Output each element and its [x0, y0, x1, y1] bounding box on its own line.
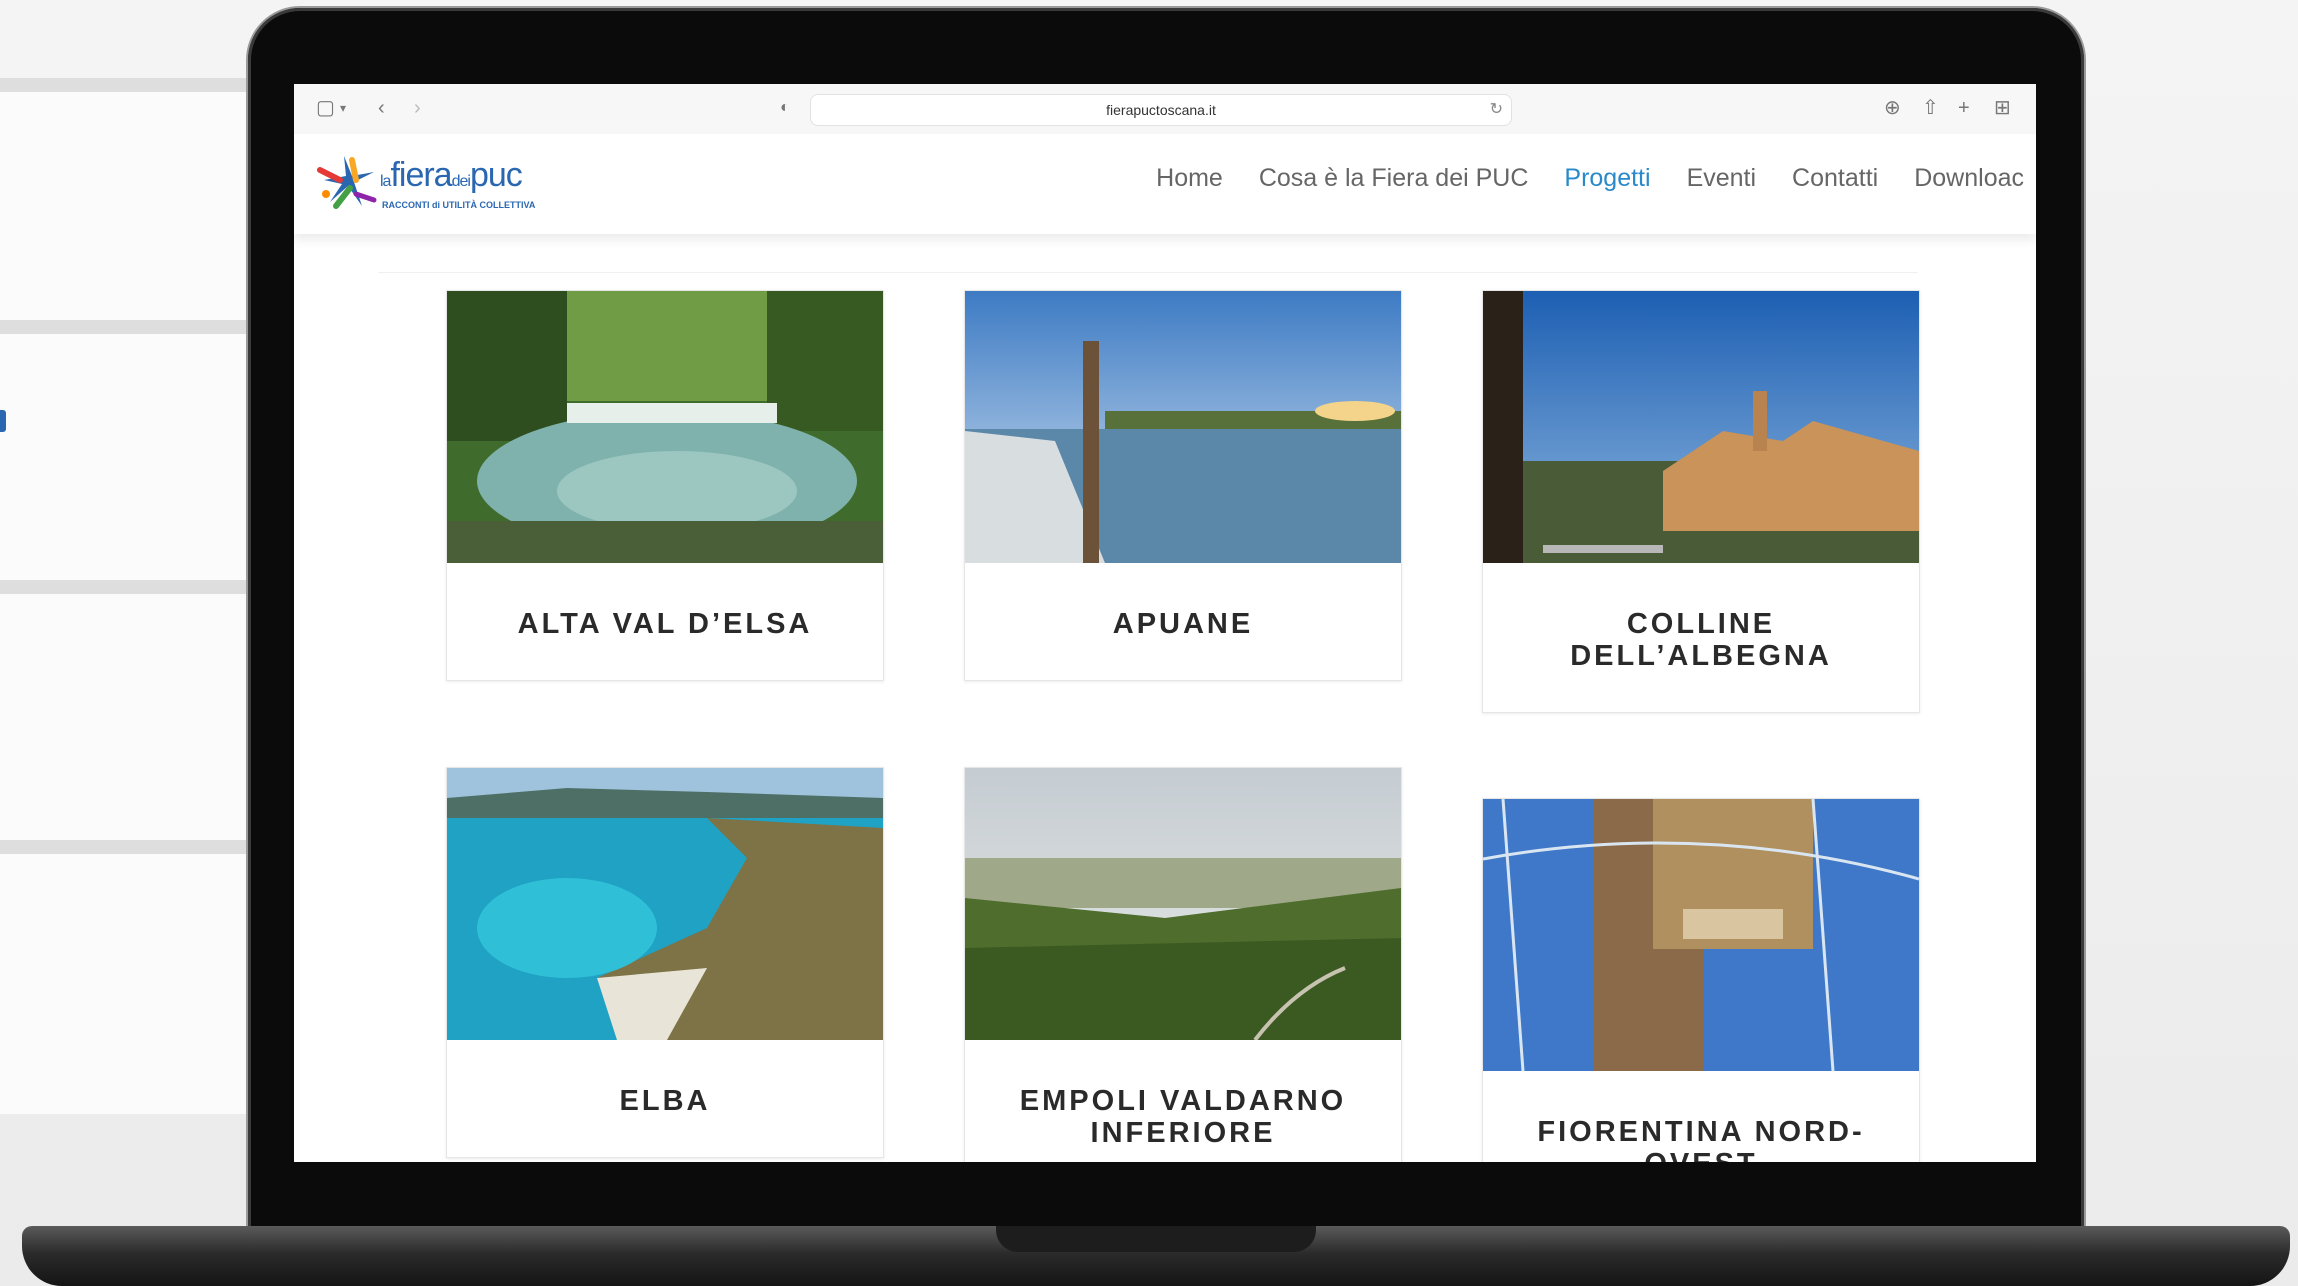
- download-icon[interactable]: ⊕: [1884, 96, 1901, 120]
- share-icon[interactable]: ⇧: [1922, 96, 1939, 120]
- chevron-down-icon[interactable]: ▾: [340, 96, 346, 120]
- nav-projects[interactable]: Progetti: [1564, 164, 1650, 193]
- reload-icon[interactable]: ↻: [1490, 95, 1503, 125]
- laptop-screen: ▢ ▾ ‹ › ◐ fierapuctoscana.it ↻ ⊕ ⇧ + ⊞ l…: [294, 84, 2036, 1162]
- browser-toolbar: ▢ ▾ ‹ › ◐ fierapuctoscana.it ↻ ⊕ ⇧ + ⊞: [294, 84, 2036, 135]
- laptop-notch: [996, 1226, 1316, 1252]
- tab-overview-icon[interactable]: ⊞: [1994, 96, 2011, 120]
- logo-wordmark: lafieradeipuc: [380, 156, 523, 195]
- project-card[interactable]: APUANE: [964, 290, 1402, 681]
- river-sunset-image: [965, 291, 1401, 563]
- site-logo[interactable]: lafieradeipuc RACCONTI di UTILITÀ COLLET…: [316, 148, 536, 218]
- privacy-shield-icon[interactable]: ◐: [780, 96, 790, 120]
- content-divider: [378, 272, 1918, 273]
- nav-contacts[interactable]: Contatti: [1792, 164, 1878, 193]
- project-card[interactable]: ALTA VAL D’ELSA: [446, 290, 884, 681]
- project-card[interactable]: COLLINE DELL’ALBEGNA: [1482, 290, 1920, 713]
- background-accent-mark: [0, 410, 6, 432]
- project-title: ELBA: [619, 1085, 711, 1117]
- back-icon[interactable]: ‹: [378, 96, 385, 120]
- logo-mark-icon: [317, 156, 377, 209]
- project-title: EMPOLI VALDARNO INFERIORE: [1019, 1085, 1347, 1149]
- logo-main: fiera: [390, 156, 452, 194]
- waterfall-forest-image: [447, 291, 883, 563]
- green-hills-image: [965, 768, 1401, 1042]
- reflection-tower-image: [1482, 798, 1920, 1072]
- project-card[interactable]: ELBA: [446, 767, 884, 1158]
- project-card[interactable]: EMPOLI VALDARNO INFERIORE: [964, 767, 1402, 1162]
- project-title: APUANE: [1112, 608, 1254, 640]
- nav-events[interactable]: Eventi: [1687, 164, 1756, 193]
- project-card[interactable]: FIORENTINA NORD-OVEST: [1482, 798, 1920, 1162]
- nav-download[interactable]: Downloac: [1914, 164, 2024, 193]
- hilltop-town-image: [1483, 291, 1919, 563]
- forward-icon[interactable]: ›: [414, 96, 421, 120]
- address-bar[interactable]: fierapuctoscana.it ↻: [810, 94, 1512, 126]
- logo-tagline: RACCONTI di UTILITÀ COLLETTIVA: [382, 200, 536, 210]
- logo-puc: puc: [469, 156, 523, 194]
- site-header: lafieradeipuc RACCONTI di UTILITÀ COLLET…: [294, 134, 2036, 234]
- nav-about[interactable]: Cosa è la Fiera dei PUC: [1259, 164, 1529, 193]
- sidebar-toggle-icon[interactable]: ▢: [316, 96, 335, 120]
- project-title: ALTA VAL D’ELSA: [517, 608, 813, 640]
- logo-dei: dei: [451, 173, 471, 190]
- logo-prefix: la: [380, 173, 391, 190]
- coast-aerial-image: [447, 768, 883, 1040]
- main-nav: Home Cosa è la Fiera dei PUC Progetti Ev…: [1156, 164, 2024, 193]
- project-title: FIORENTINA NORD-OVEST: [1537, 1116, 1865, 1162]
- url-text: fierapuctoscana.it: [1106, 102, 1216, 118]
- project-title: COLLINE DELL’ALBEGNA: [1570, 608, 1832, 672]
- new-tab-icon[interactable]: +: [1958, 96, 1970, 120]
- nav-home[interactable]: Home: [1156, 164, 1223, 193]
